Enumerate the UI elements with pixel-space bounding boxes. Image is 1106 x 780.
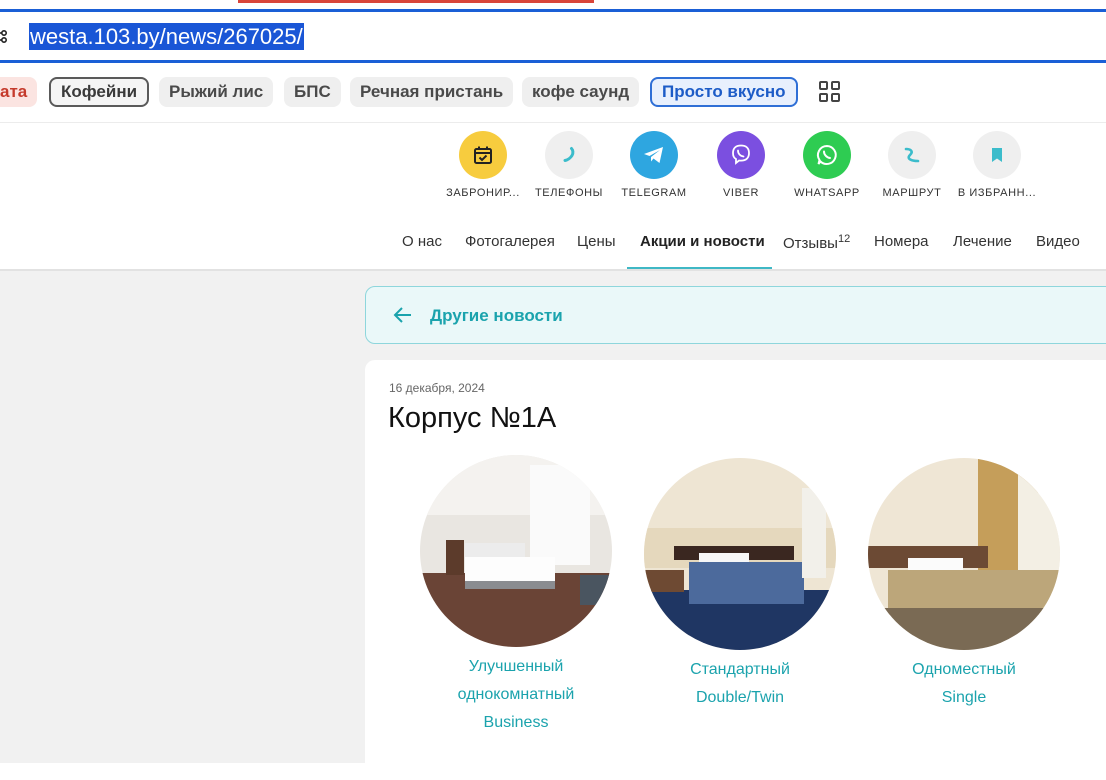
tab-news[interactable]: Акции и новости (640, 233, 765, 250)
tab-strip-accent (238, 0, 594, 3)
viber-button[interactable]: VIBER (696, 131, 786, 199)
tab-gallery[interactable]: Фотогалерея (465, 233, 555, 250)
tab-reviews[interactable]: Отзывы12 (783, 233, 850, 252)
address-bar[interactable]: westa.103.by/news/267025/ (0, 9, 1106, 63)
room-photo[interactable] (644, 458, 836, 650)
book-button[interactable]: ЗАБРОНИР... (438, 131, 528, 199)
phone-icon (545, 131, 593, 179)
bookmark-chips: ата Кофейни Рыжий лис БПС Речная пристан… (0, 77, 1106, 107)
book-label: ЗАБРОНИР... (446, 187, 520, 199)
room-name[interactable]: Одноместный Single (868, 656, 1060, 712)
chip-ryzhiy-lis[interactable]: Рыжий лис (159, 77, 274, 107)
chip-prosto-vkusno[interactable]: Просто вкусно (650, 77, 798, 107)
room-name-line: Single (941, 689, 987, 706)
room-name[interactable]: Стандартный Double/Twin (644, 656, 836, 712)
room-card[interactable]: Одноместный Single (868, 458, 1060, 712)
phones-label: ТЕЛЕФОНЫ (534, 187, 603, 199)
tab-about[interactable]: О нас (402, 233, 442, 250)
chip-coffee-shops[interactable]: Кофейни (49, 77, 150, 107)
news-card: 16 декабря, 2024 Корпус №1А Улучшенный о… (365, 360, 1106, 780)
whatsapp-icon (803, 131, 851, 179)
room-name-line: однокомнатный (457, 686, 575, 703)
calendar-check-icon (459, 131, 507, 179)
reviews-count: 12 (837, 233, 851, 245)
room-name-line: Стандартный (690, 661, 790, 678)
route-button[interactable]: МАРШРУТ (867, 131, 957, 199)
tab-treatment[interactable]: Лечение (953, 233, 1012, 250)
room-name-line: Double/Twin (695, 689, 785, 706)
bookmark-icon (973, 131, 1021, 179)
telegram-icon (630, 131, 678, 179)
room-name[interactable]: Улучшенный однокомнатный Business (420, 653, 612, 737)
room-photo[interactable] (420, 455, 612, 647)
room-card[interactable]: Стандартный Double/Twin (644, 458, 836, 712)
section-tabs: О нас Фотогалерея Цены Акции и новости О… (0, 222, 1106, 270)
tab-video[interactable]: Видео (1036, 233, 1080, 250)
chip-kofe-saund[interactable]: кофе саунд (522, 77, 640, 107)
chip-bps[interactable]: БПС (284, 77, 341, 107)
chip-truncated[interactable]: ата (0, 77, 38, 107)
url-text[interactable]: westa.103.by/news/267025/ (29, 23, 304, 50)
tab-prices[interactable]: Цены (577, 233, 616, 250)
favorites-label: В ИЗБРАНН... (957, 187, 1037, 199)
whatsapp-button[interactable]: WHATSAPP (782, 131, 872, 199)
news-title: Корпус №1А (388, 402, 557, 434)
viber-icon (717, 131, 765, 179)
other-news-link[interactable]: Другие новости (365, 286, 1106, 344)
route-label: МАРШРУТ (882, 187, 942, 199)
favorites-button[interactable]: В ИЗБРАНН... (952, 131, 1042, 199)
divider (0, 122, 1106, 123)
other-news-label: Другие новости (430, 306, 563, 325)
site-settings-icon[interactable] (0, 28, 10, 44)
room-name-line: Одноместный (912, 661, 1016, 678)
arrow-left-icon (393, 307, 411, 323)
tab-reviews-label: Отзывы (783, 235, 838, 252)
news-date: 16 декабря, 2024 (389, 381, 485, 395)
viber-label: VIBER (722, 187, 759, 199)
grid-icon[interactable] (819, 81, 841, 103)
room-name-line: Business (483, 714, 549, 731)
telegram-label: TELEGRAM (621, 187, 687, 199)
phones-button[interactable]: ТЕЛЕФОНЫ (524, 131, 614, 199)
telegram-button[interactable]: TELEGRAM (609, 131, 699, 199)
tab-rooms[interactable]: Номера (874, 233, 929, 250)
whatsapp-label: WHATSAPP (794, 187, 860, 199)
room-card[interactable]: Улучшенный однокомнатный Business (420, 455, 612, 737)
route-icon (888, 131, 936, 179)
chip-rechnaya-pristan[interactable]: Речная пристань (350, 77, 514, 107)
room-name-line: Улучшенный (468, 658, 564, 675)
room-photo[interactable] (868, 458, 1060, 650)
